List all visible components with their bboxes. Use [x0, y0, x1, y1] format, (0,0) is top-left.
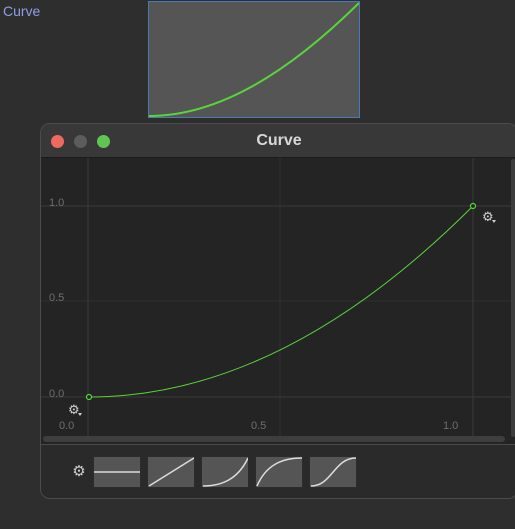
preview-curve — [149, 2, 359, 117]
preset-ease-in-out[interactable] — [309, 456, 357, 488]
gear-dropdown-icon[interactable]: ⚙ — [482, 210, 496, 225]
svg-text:⚙: ⚙ — [68, 403, 80, 418]
grid — [41, 158, 511, 436]
curve-field-label: Curve — [3, 3, 41, 19]
svg-text:⚙: ⚙ — [482, 210, 494, 225]
window-title: Curve — [256, 132, 302, 149]
x-tick-0-0: 0.0 — [59, 420, 74, 432]
preset-ease-out[interactable] — [255, 456, 303, 488]
preset-linear[interactable] — [147, 456, 195, 488]
window-titlebar[interactable]: Curve — [41, 124, 515, 158]
preset-ease-in[interactable] — [201, 456, 249, 488]
horizontal-scrollbar[interactable] — [43, 436, 505, 442]
key-point-end — [469, 202, 477, 210]
key-point-start — [85, 393, 93, 401]
gear-dropdown-icon[interactable]: ⚙ — [68, 403, 82, 418]
y-tick-1-0: 1.0 — [49, 197, 64, 209]
x-tick-1-0: 1.0 — [443, 420, 458, 432]
preset-constant[interactable] — [93, 456, 141, 488]
presets-panel: ⚙ — [41, 444, 515, 498]
curve-graph[interactable]: 1.0 0.5 0.0 0.0 0.5 1.0 ⚙ ⚙ — [41, 158, 515, 440]
curve-field-preview[interactable] — [148, 1, 360, 118]
y-tick-0-0: 0.0 — [49, 388, 64, 400]
x-tick-0-5: 0.5 — [251, 420, 266, 432]
gear-icon[interactable]: ⚙ — [72, 464, 86, 479]
vertical-scrollbar[interactable] — [511, 159, 515, 437]
y-tick-0-5: 0.5 — [49, 292, 64, 304]
curve-editor-window: Curve 1.0 0.5 0.0 0.0 0.5 1.0 ⚙ ⚙ ⚙ — [40, 123, 515, 499]
